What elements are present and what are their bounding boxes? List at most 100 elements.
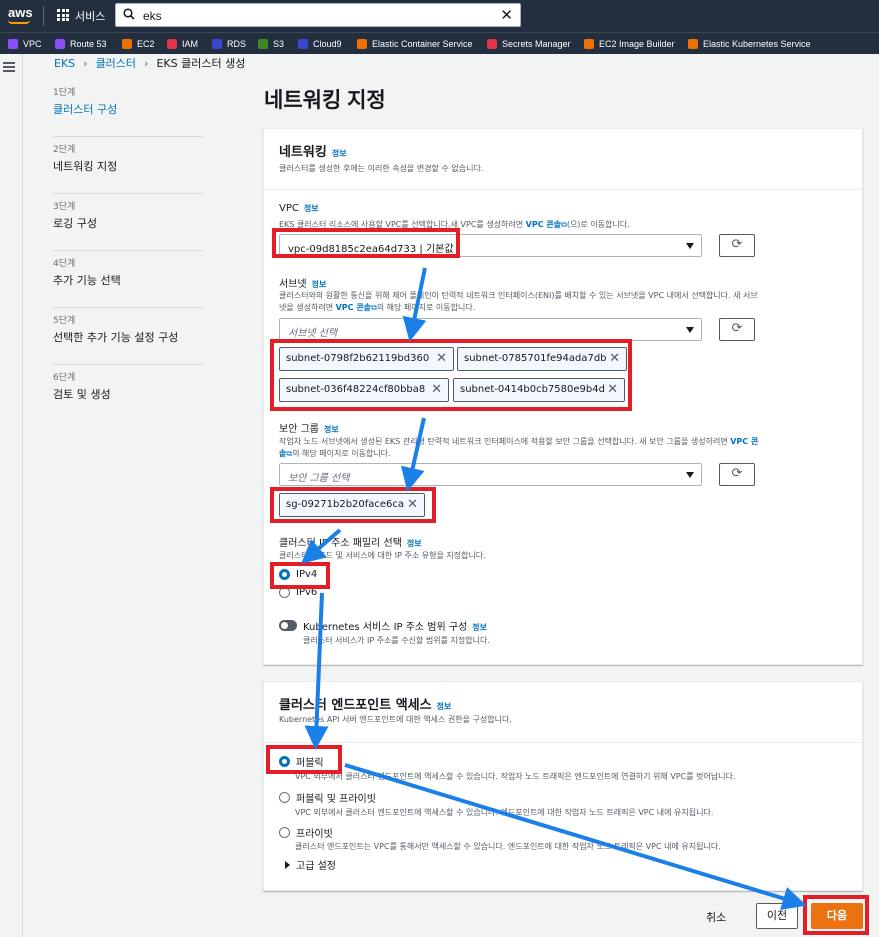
k8s-range-description: 클러스터 서비스가 IP 주소를 수신할 범위를 지정합니다.: [303, 636, 490, 645]
option-description: VPC 외부에서 클러스터 엔드포인트에 액세스할 수 있습니다. 작업자 노드…: [295, 772, 736, 781]
refresh-vpc-button[interactable]: ⟳: [719, 234, 755, 257]
favorite-ecs[interactable]: Elastic Container Service: [357, 37, 473, 51]
option-description: VPC 외부에서 클러스터 엔드포인트에 액세스할 수 있습니다. 엔드포인트에…: [295, 808, 714, 817]
search-icon: [123, 8, 135, 20]
rds-icon: [212, 39, 222, 49]
info-link[interactable]: 정보: [304, 204, 319, 213]
subnet-select[interactable]: 서브넷 선택: [279, 318, 702, 341]
favorite-label: IAM: [182, 39, 199, 49]
advanced-settings-toggle[interactable]: 고급 설정: [285, 857, 336, 872]
description-text: 의 해당 페이지로 이동합니다.: [292, 449, 391, 458]
clear-search-icon[interactable]: ✕: [500, 7, 513, 23]
radio-public[interactable]: 퍼블릭: [279, 754, 324, 769]
info-link[interactable]: 정보: [472, 623, 487, 632]
field-label: 서브넷: [279, 279, 307, 290]
security-group-select[interactable]: 보안 그룹 선택: [279, 463, 702, 486]
remove-token-icon[interactable]: ✕: [431, 382, 442, 397]
vpc-console-link[interactable]: VPC 콘솔: [526, 220, 561, 229]
section-title: 클러스터 엔드포인트 액세스: [279, 698, 432, 713]
favorite-s3[interactable]: S3: [258, 37, 284, 51]
wizard-step-1: 1단계 클러스터 구성: [53, 80, 203, 137]
field-label: 클러스터 IP 주소 패밀리 선택: [279, 538, 402, 549]
caret-down-icon: [686, 243, 694, 249]
step-name: 선택한 추가 기능 설정 구성: [53, 331, 179, 344]
k8s-ip-range-toggle[interactable]: [279, 620, 297, 631]
radio-ipv4[interactable]: IPv4: [279, 569, 317, 580]
vpc-console-link[interactable]: VPC 콘: [730, 437, 758, 446]
token-label: subnet-036f48224cf80bba8: [286, 384, 426, 395]
radio-label: 프라이빗: [296, 829, 333, 840]
aws-logo[interactable]: aws: [8, 5, 33, 20]
description-text: (으)로 이동합니다.: [566, 220, 630, 229]
page-title: 네트워킹 지정: [264, 89, 386, 112]
refresh-subnets-button[interactable]: ⟳: [719, 318, 755, 341]
info-link[interactable]: 정보: [437, 702, 452, 711]
s3-icon: [258, 39, 268, 49]
radio-private[interactable]: 프라이빗: [279, 825, 333, 840]
favorite-route53[interactable]: Route 53: [55, 37, 107, 51]
wizard-steps: 1단계 클러스터 구성 2단계 네트워킹 지정 3단계 로깅 구성 4단계 추가 기능 …: [53, 80, 203, 422]
favorite-vpc[interactable]: VPC: [8, 37, 42, 51]
cancel-button[interactable]: 취소: [706, 909, 726, 925]
token-label: subnet-0414b0cb7580e9b4d: [460, 384, 605, 395]
step-name: 로깅 구성: [53, 217, 97, 230]
favorite-image-builder[interactable]: EC2 Image Builder: [584, 37, 675, 51]
favorite-secrets-manager[interactable]: Secrets Manager: [487, 37, 571, 51]
next-button[interactable]: 다음: [811, 903, 863, 929]
networking-panel: 네트워킹 정보 클러스터를 생성한 후에는 이러한 속성을 변경할 수 없습니다.…: [263, 128, 863, 665]
breadcrumb-eks[interactable]: EKS: [54, 57, 75, 70]
favorite-cloud9[interactable]: Cloud9: [298, 37, 342, 51]
remove-token-icon[interactable]: ✕: [407, 497, 418, 512]
info-link[interactable]: 정보: [324, 425, 339, 434]
favorite-ec2[interactable]: EC2: [122, 37, 155, 51]
divider: [264, 742, 862, 743]
radio-label: 퍼블릭: [296, 758, 324, 769]
vpc-icon: [8, 39, 18, 49]
subnet-token: subnet-0414b0cb7580e9b4d ✕: [453, 378, 625, 402]
ecs-icon: [357, 39, 367, 49]
field-label: 보안 그룹: [279, 424, 319, 435]
radio-ipv6[interactable]: IPv6: [279, 587, 317, 598]
favorite-rds[interactable]: RDS: [212, 37, 246, 51]
image-builder-icon: [584, 39, 594, 49]
side-rail-divider: [22, 54, 23, 937]
step-link[interactable]: 클러스터 구성: [53, 103, 117, 116]
breadcrumb-current: EKS 클러스터 생성: [156, 57, 246, 70]
favorite-iam[interactable]: IAM: [167, 37, 198, 51]
description-text: EKS 클러스터 리소스에 사용할 VPC를 선택합니다.새 VPC를 생성하려…: [279, 220, 526, 229]
refresh-security-groups-button[interactable]: ⟳: [719, 463, 755, 486]
info-link[interactable]: 정보: [312, 280, 327, 289]
menu-icon[interactable]: [3, 62, 15, 72]
info-link[interactable]: 정보: [332, 149, 347, 158]
refresh-icon: ⟳: [731, 237, 743, 252]
aws-logo-smile-icon: [8, 20, 30, 24]
vpc-console-link[interactable]: VPC 콘솔: [336, 303, 371, 312]
info-link[interactable]: 정보: [407, 539, 422, 548]
radio-selected-icon: [279, 569, 290, 580]
radio-public-private[interactable]: 퍼블릭 및 프라이빗: [279, 790, 376, 805]
subnet-token: subnet-0785701fe94ada7db ✕: [457, 347, 627, 371]
radio-label: IPv4: [296, 569, 318, 580]
option-description: 클러스터 엔드포인트는 VPC를 통해서만 액세스할 수 있습니다. 엔드포인트…: [295, 842, 721, 851]
search-input[interactable]: eks ✕: [115, 3, 521, 27]
subnet-label-row: 서브넷 정보: [279, 275, 326, 290]
breadcrumb-clusters[interactable]: 클러스터: [96, 55, 136, 71]
step-name: 검토 및 생성: [53, 388, 111, 401]
wizard-step-5: 5단계 선택한 추가 기능 설정 구성: [53, 308, 203, 365]
top-navigation: aws 서비스 eks ✕: [0, 0, 879, 32]
vpc-description: EKS 클러스터 리소스에 사용할 VPC를 선택합니다.새 VPC를 생성하려…: [279, 219, 630, 230]
remove-token-icon[interactable]: ✕: [436, 351, 447, 366]
vpc-label-row: VPC 정보: [279, 203, 319, 214]
remove-token-icon[interactable]: ✕: [607, 382, 618, 397]
radio-selected-icon: [279, 756, 290, 767]
favorite-label: Route 53: [70, 39, 107, 49]
services-menu[interactable]: 서비스: [75, 8, 105, 24]
services-grid-icon[interactable]: [57, 9, 69, 21]
remove-token-icon[interactable]: ✕: [609, 351, 620, 366]
token-label: subnet-0785701fe94ada7db: [464, 353, 607, 364]
step-number: 6단계: [53, 373, 76, 383]
favorite-eks[interactable]: Elastic Kubernetes Service: [688, 37, 811, 51]
previous-button[interactable]: 이전: [756, 903, 798, 929]
favorite-label: RDS: [227, 39, 247, 49]
vpc-select[interactable]: vpc-09d8185c2ea64d733 | 기본값: [279, 234, 702, 257]
